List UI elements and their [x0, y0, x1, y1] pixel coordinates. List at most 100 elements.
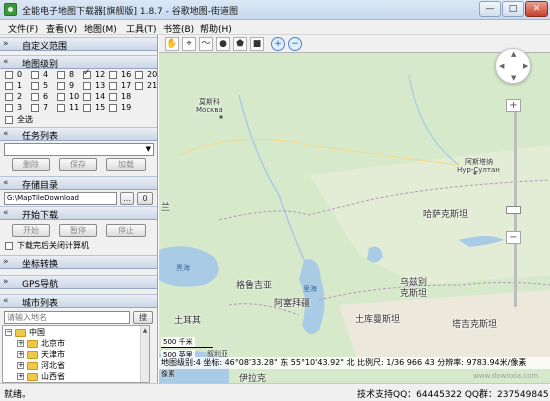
- menu-tools[interactable]: 工具(T): [126, 22, 157, 35]
- load-button[interactable]: 加载: [106, 158, 146, 171]
- task-select[interactable]: ▼: [4, 143, 154, 156]
- map-view[interactable]: ✋ ⌖ 〜 ● ⬟ ■ + − 莫斯科 Москва 阿斯塔纳 Нур-Султ…: [159, 35, 550, 383]
- level-checkbox-5[interactable]: [31, 82, 39, 90]
- polygon-tool-icon[interactable]: ⬟: [233, 37, 247, 51]
- level-checkbox-2[interactable]: [5, 93, 13, 101]
- map-label-tajikistan: 塔吉克斯坦: [452, 320, 498, 330]
- save-button[interactable]: 保存: [59, 158, 97, 171]
- level-checkbox-13[interactable]: [83, 82, 91, 90]
- section-city-list[interactable]: « 城市列表: [0, 294, 157, 309]
- expand-toggle-icon[interactable]: +: [17, 362, 24, 369]
- section-download[interactable]: « 开始下载: [0, 206, 157, 221]
- pan-control[interactable]: ▲ ▼ ◀ ▶: [495, 48, 531, 84]
- pan-down-icon[interactable]: ▼: [511, 74, 516, 82]
- point-tool-icon[interactable]: ⌖: [182, 37, 196, 51]
- expand-toggle-icon[interactable]: +: [17, 351, 24, 358]
- select-all-checkbox[interactable]: [5, 116, 13, 124]
- level-checkbox-14[interactable]: [83, 93, 91, 101]
- zoom-slider-handle[interactable]: [506, 206, 521, 214]
- tree-scrollbar[interactable]: ▲: [140, 326, 149, 382]
- start-button[interactable]: 开始: [12, 224, 50, 237]
- map-toolbar: ✋ ⌖ 〜 ● ⬟ ■ + −: [159, 35, 550, 53]
- zoom-in-button[interactable]: +: [506, 99, 521, 112]
- menu-view[interactable]: 查看(V): [46, 22, 77, 35]
- level-checkbox-11[interactable]: [57, 104, 65, 112]
- menu-file[interactable]: 文件(F): [8, 22, 38, 35]
- level-checkbox-10[interactable]: [57, 93, 65, 101]
- pause-button[interactable]: 暂停: [59, 224, 97, 237]
- level-checkbox-0[interactable]: [5, 71, 13, 79]
- level-checkbox-18[interactable]: [109, 93, 117, 101]
- level-checkbox-17[interactable]: [109, 82, 117, 90]
- zoom-in-icon[interactable]: +: [271, 37, 285, 51]
- menu-map[interactable]: 地图(M): [84, 22, 117, 35]
- level-label: 10: [69, 92, 80, 101]
- tree-node-china[interactable]: − 中国: [3, 328, 141, 339]
- level-checkbox-6[interactable]: [31, 93, 39, 101]
- minimize-button[interactable]: —: [479, 1, 501, 17]
- level-checkbox-15[interactable]: [83, 104, 91, 112]
- tree-node[interactable]: + 山西省: [3, 372, 141, 382]
- section-custom-range[interactable]: » 自定义范围: [0, 37, 157, 52]
- map-canvas[interactable]: [159, 35, 550, 383]
- status-bar: 就绪。 技术支持QQ：64445322 QQ群：237549845: [0, 383, 550, 401]
- zoom-out-button[interactable]: −: [506, 231, 521, 244]
- level-label: 21: [147, 81, 158, 90]
- level-label: 4: [43, 70, 49, 79]
- menu-bookmarks[interactable]: 书签(B): [163, 22, 194, 35]
- maximize-button[interactable]: □: [502, 1, 524, 17]
- level-checkbox-16[interactable]: [109, 71, 117, 79]
- menu-help[interactable]: 帮助(H): [200, 22, 232, 35]
- pan-left-icon[interactable]: ◀: [499, 62, 504, 70]
- zoom-out-icon[interactable]: −: [288, 37, 302, 51]
- map-label-astana-ru: Нур-Султан: [457, 166, 500, 174]
- level-label: 8: [69, 70, 75, 79]
- level-checkbox-3[interactable]: [5, 104, 13, 112]
- level-checkbox-9[interactable]: [57, 82, 65, 90]
- section-gps-nav[interactable]: » GPS导航: [0, 275, 157, 290]
- section-map-level[interactable]: « 地图级别: [0, 55, 157, 70]
- level-checkbox-8[interactable]: [57, 71, 65, 79]
- collapse-toggle-icon[interactable]: −: [5, 329, 12, 336]
- city-search-button[interactable]: 搜: [133, 311, 153, 324]
- map-label-ukraine: 兰: [161, 203, 171, 213]
- tree-node[interactable]: + 天津市: [3, 350, 141, 361]
- hand-tool-icon[interactable]: ✋: [165, 37, 179, 51]
- section-coord-convert[interactable]: » 坐标转换: [0, 255, 157, 270]
- level-label: 14: [95, 92, 106, 101]
- tree-node[interactable]: + 河北省: [3, 361, 141, 372]
- stop-button[interactable]: 停止: [106, 224, 146, 237]
- storage-path-field[interactable]: G:\MapTileDownload: [4, 192, 117, 205]
- level-checkbox-19[interactable]: [109, 104, 117, 112]
- level-checkbox-20[interactable]: [135, 71, 143, 79]
- section-task-list[interactable]: « 任务列表: [0, 127, 157, 142]
- expand-toggle-icon[interactable]: +: [17, 373, 24, 380]
- expand-toggle-icon[interactable]: +: [17, 340, 24, 347]
- section-storage[interactable]: « 存储目录: [0, 176, 157, 191]
- pan-right-icon[interactable]: ▶: [523, 62, 528, 70]
- rectangle-tool-icon[interactable]: ■: [250, 37, 264, 51]
- section-label: 城市列表: [22, 299, 59, 309]
- tree-label: 山西省: [41, 372, 65, 381]
- level-checkbox-7[interactable]: [31, 104, 39, 112]
- shutdown-checkbox[interactable]: [5, 242, 13, 250]
- delete-button[interactable]: 删除: [12, 158, 50, 171]
- close-button[interactable]: ✕: [525, 1, 548, 17]
- circle-tool-icon[interactable]: ●: [216, 37, 230, 51]
- scroll-up-arrow-icon[interactable]: ▲: [141, 326, 149, 335]
- map-label-turkmenistan: 土库曼斯坦: [355, 315, 401, 325]
- city-search-input[interactable]: 请输入地名: [4, 311, 130, 324]
- app-icon: [4, 3, 17, 16]
- level-checkbox-1[interactable]: [5, 82, 13, 90]
- count-button[interactable]: 0: [137, 192, 153, 205]
- browse-button[interactable]: ...: [120, 192, 134, 205]
- level-checkbox-12[interactable]: [83, 68, 91, 79]
- collapse-chevron-icon: «: [3, 178, 9, 188]
- tree-label: 中国: [29, 328, 45, 337]
- pan-up-icon[interactable]: ▲: [511, 50, 516, 58]
- level-checkbox-4[interactable]: [31, 71, 39, 79]
- level-checkbox-21[interactable]: [135, 82, 143, 90]
- polyline-tool-icon[interactable]: 〜: [199, 37, 213, 51]
- tree-node[interactable]: + 北京市: [3, 339, 141, 350]
- section-label: 坐标转换: [22, 260, 59, 270]
